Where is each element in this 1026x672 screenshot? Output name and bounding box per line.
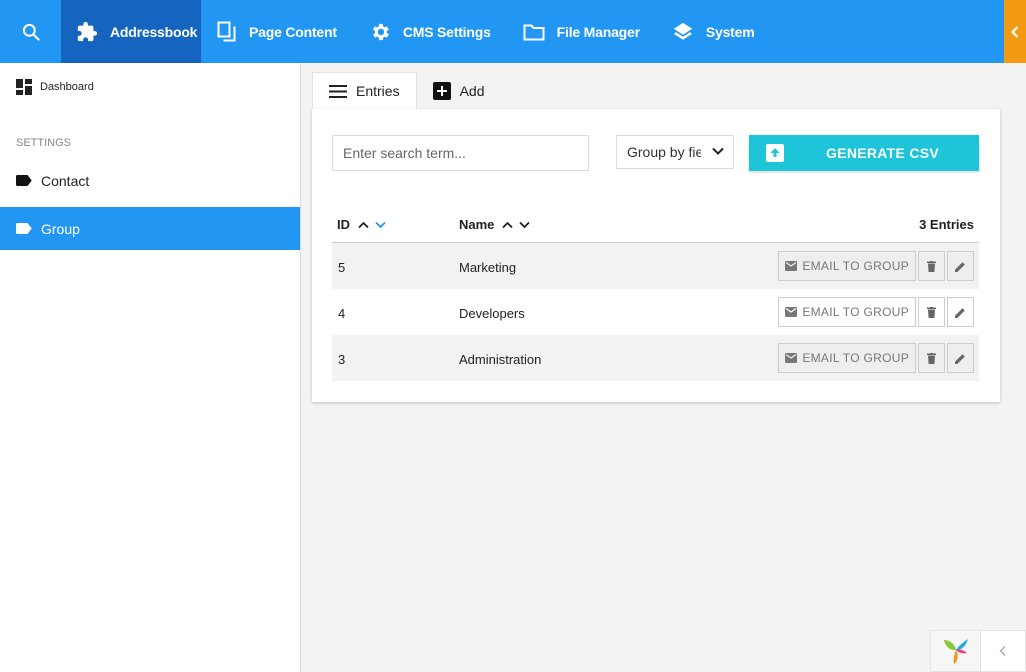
email-to-group-label: EMAIL TO GROUP bbox=[802, 259, 909, 273]
sidebar-item-label: Contact bbox=[41, 172, 90, 189]
entries-count: 3 Entries bbox=[919, 217, 974, 232]
cell-id: 5 bbox=[338, 260, 346, 275]
collapse-panel-tab[interactable] bbox=[1004, 0, 1026, 63]
generate-csv-label: GENERATE CSV bbox=[826, 145, 940, 161]
chevron-left-icon bbox=[1010, 25, 1019, 38]
tab-label: Entries bbox=[356, 83, 400, 99]
pencil-icon bbox=[955, 307, 965, 318]
nav-item-label: Page Content bbox=[249, 23, 337, 40]
row-actions: EMAIL TO GROUP bbox=[778, 343, 974, 373]
trash-icon bbox=[927, 260, 936, 272]
email-to-group-label: EMAIL TO GROUP bbox=[802, 305, 909, 319]
nav-item-file-manager[interactable]: File Manager bbox=[507, 0, 656, 63]
yii-logo-icon bbox=[943, 639, 968, 664]
sort-ascending-icon[interactable] bbox=[502, 221, 514, 229]
table-row: 3 Administration EMAIL TO GROUP bbox=[332, 335, 979, 381]
cell-id: 4 bbox=[338, 306, 346, 321]
nav-item-label: File Manager bbox=[556, 23, 640, 40]
group-by-select[interactable]: Group by field bbox=[616, 135, 734, 169]
chevron-left-icon bbox=[999, 646, 1006, 656]
sort-controls bbox=[502, 221, 536, 229]
column-label: ID bbox=[337, 217, 350, 232]
cell-id: 3 bbox=[338, 352, 346, 367]
sidebar-item-contact[interactable]: Contact bbox=[0, 159, 300, 202]
mail-icon bbox=[785, 353, 798, 363]
delete-button[interactable] bbox=[918, 251, 945, 281]
edit-button[interactable] bbox=[947, 343, 974, 373]
nav-item-system[interactable]: System bbox=[656, 0, 771, 63]
email-to-group-button[interactable]: EMAIL TO GROUP bbox=[778, 343, 916, 373]
search-button[interactable] bbox=[0, 0, 61, 63]
yii-logo-button[interactable] bbox=[930, 630, 981, 672]
add-box-icon bbox=[432, 81, 451, 100]
upload-box-icon bbox=[766, 144, 784, 162]
entries-card: Group by field GENERATE CSV ID Name bbox=[312, 109, 1000, 402]
nav-item-label: System bbox=[705, 23, 755, 40]
layers-icon bbox=[672, 21, 694, 43]
cell-name: Administration bbox=[459, 352, 542, 367]
nav-item-cms-settings[interactable]: CMS Settings bbox=[353, 0, 507, 63]
label-icon bbox=[16, 223, 32, 234]
sidebar-item-label: Group bbox=[41, 220, 80, 237]
edit-button[interactable] bbox=[947, 251, 974, 281]
sidebar-item-label: Dashboard bbox=[40, 81, 94, 93]
tab-entries[interactable]: Entries bbox=[312, 72, 417, 109]
email-to-group-button[interactable]: EMAIL TO GROUP bbox=[778, 297, 916, 327]
nav-item-label: Addressbook bbox=[110, 23, 198, 40]
sort-ascending-icon[interactable] bbox=[358, 221, 369, 229]
copy-icon bbox=[217, 21, 237, 43]
group-by-value: Group by field bbox=[627, 144, 701, 160]
mail-icon bbox=[785, 261, 798, 271]
search-icon bbox=[22, 23, 40, 41]
column-label: Name bbox=[459, 217, 495, 232]
email-to-group-label: EMAIL TO GROUP bbox=[802, 351, 909, 365]
entries-table: ID Name 3 Entries 5 Marketing EMAIL TO G… bbox=[332, 201, 979, 381]
row-actions: EMAIL TO GROUP bbox=[778, 297, 974, 327]
sidebar-item-dashboard[interactable]: Dashboard bbox=[0, 63, 300, 111]
trash-icon bbox=[927, 306, 936, 318]
sort-descending-icon[interactable] bbox=[519, 221, 531, 229]
delete-button[interactable] bbox=[918, 297, 945, 327]
column-header-name: Name bbox=[459, 217, 536, 232]
sidebar-heading: SETTINGS bbox=[16, 137, 72, 149]
sort-descending-icon[interactable] bbox=[375, 221, 386, 229]
gear-icon bbox=[369, 21, 391, 43]
column-header-id: ID bbox=[337, 217, 392, 232]
top-navbar: Addressbook Page Content CMS Settings Fi… bbox=[0, 0, 1026, 63]
table-row: 5 Marketing EMAIL TO GROUP bbox=[332, 243, 979, 289]
table-row: 4 Developers EMAIL TO GROUP bbox=[332, 289, 979, 335]
delete-button[interactable] bbox=[918, 343, 945, 373]
dashboard-icon bbox=[16, 79, 32, 95]
cell-name: Developers bbox=[459, 306, 525, 321]
trash-icon bbox=[927, 352, 936, 364]
cell-name: Marketing bbox=[459, 260, 517, 275]
debug-collapse-button[interactable] bbox=[981, 630, 1026, 672]
pencil-icon bbox=[955, 353, 965, 364]
menu-icon bbox=[329, 84, 347, 98]
nav-item-label: CMS Settings bbox=[402, 23, 491, 40]
row-actions: EMAIL TO GROUP bbox=[778, 251, 974, 281]
edit-button[interactable] bbox=[947, 297, 974, 327]
nav-item-addressbook[interactable]: Addressbook bbox=[61, 0, 201, 63]
tab-add[interactable]: Add bbox=[417, 72, 501, 109]
search-input[interactable] bbox=[332, 135, 589, 171]
table-header: ID Name 3 Entries bbox=[332, 201, 979, 243]
chevron-down-icon bbox=[712, 147, 724, 155]
label-icon bbox=[16, 175, 32, 186]
email-to-group-button[interactable]: EMAIL TO GROUP bbox=[778, 251, 916, 281]
mail-icon bbox=[785, 307, 798, 317]
puzzle-icon bbox=[76, 21, 98, 43]
pencil-icon bbox=[955, 261, 965, 272]
sidebar-item-group[interactable]: Group bbox=[0, 207, 300, 250]
content-tabs: Entries Add bbox=[312, 72, 501, 109]
sidebar: Dashboard SETTINGS Contact Group bbox=[0, 63, 301, 672]
folder-icon bbox=[523, 22, 545, 42]
sort-controls bbox=[358, 221, 392, 229]
nav-item-page-content[interactable]: Page Content bbox=[201, 0, 353, 63]
tab-label: Add bbox=[459, 82, 485, 99]
generate-csv-button[interactable]: GENERATE CSV bbox=[749, 135, 979, 171]
debug-toolbar bbox=[930, 630, 1026, 672]
